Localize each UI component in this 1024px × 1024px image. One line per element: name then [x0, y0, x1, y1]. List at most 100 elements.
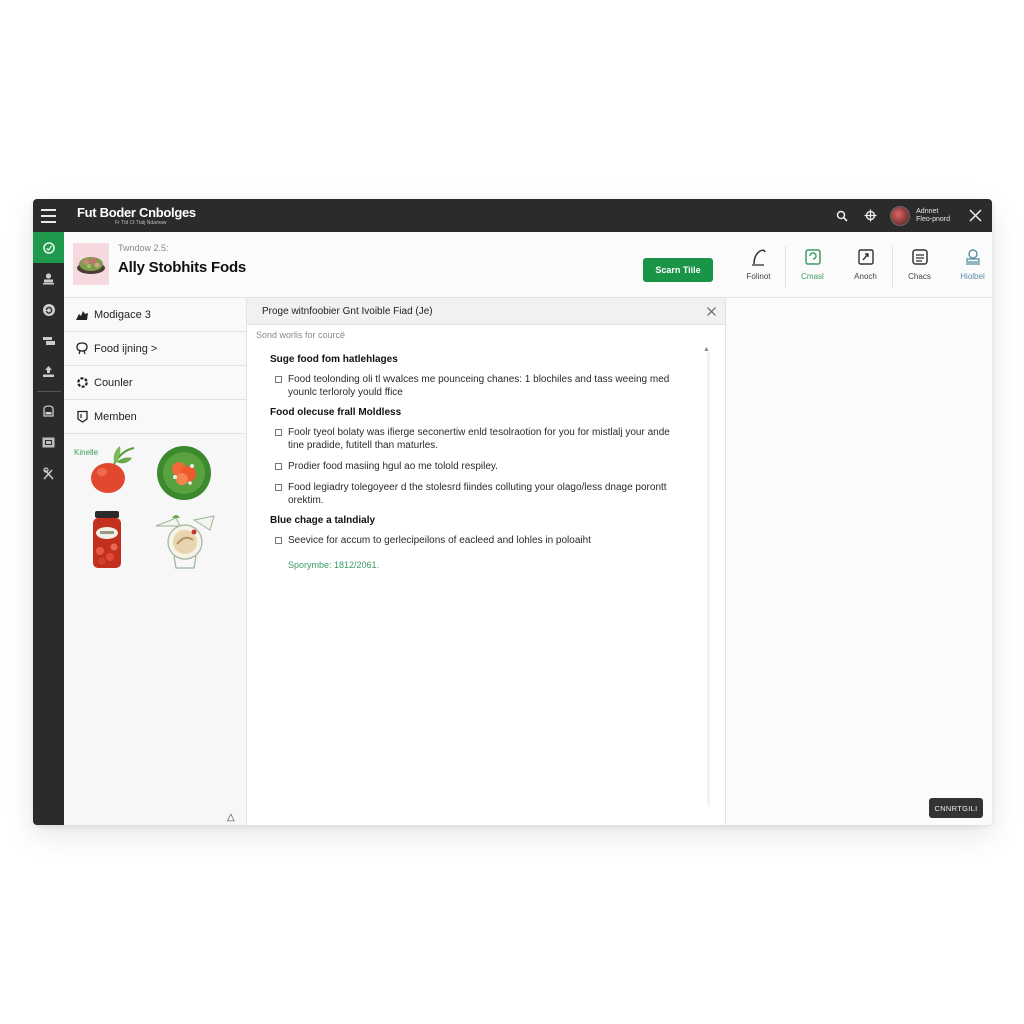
bowl-icon — [76, 342, 88, 355]
app-brand: Fut Boder Cnbolges Fr Ttd Ct Ttalj Ndama… — [77, 206, 196, 226]
panel-hint: Sond worlis for courcë — [256, 330, 346, 340]
nav-item-food-joining[interactable]: Food ijning > — [64, 332, 246, 366]
app-window: Fut Boder Cnbolges Fr Ttd Ct Ttalj Ndama… — [33, 199, 992, 825]
nav-item-member[interactable]: Memben — [64, 400, 246, 434]
close-icon — [968, 209, 982, 222]
app-title: Fut Boder Cnbolges — [77, 204, 196, 220]
food-gallery: Kinelle — [64, 434, 246, 594]
primary-action-button[interactable]: Scarn Tiile — [643, 258, 713, 282]
scrollbar[interactable] — [707, 352, 710, 807]
icon-rail — [33, 232, 64, 825]
user-label[interactable]: Adnnet Fleo-pnord — [916, 208, 950, 223]
rail-item-tools[interactable] — [33, 458, 64, 489]
footer-link[interactable]: Sporymbe: 1812/2061. — [288, 560, 379, 570]
tool-stamp[interactable]: Hiolbel — [946, 246, 992, 281]
hummus-bowl-image[interactable] — [152, 512, 218, 572]
nav-item-label: Modigace 3 — [94, 308, 151, 321]
tool-list[interactable]: Chacs — [893, 246, 946, 281]
side-navigation: Modigace 3 Food ijning > Counler Memben … — [64, 298, 247, 825]
panel-header: Proge witnfoobier Gnt Ivoible Fiad (Je) — [247, 298, 725, 325]
settings-button[interactable] — [856, 199, 884, 232]
tool-label: Cmasl — [801, 272, 824, 281]
panel-body: Suge food fom hatlehlages Food teolondin… — [247, 354, 725, 573]
top-bar: Fut Boder Cnbolges Fr Ttd Ct Ttalj Ndama… — [33, 199, 992, 232]
pen-icon — [751, 249, 766, 266]
page-title: Ally Stobhits Fods — [118, 259, 247, 276]
cards-icon — [42, 336, 55, 345]
close-icon — [706, 306, 716, 316]
bottom-action-button[interactable]: CNNRTGILI — [929, 798, 983, 818]
tool-label: Anoch — [854, 272, 877, 281]
settings-icon — [864, 209, 877, 222]
section-title: Suge food fom hatlehlages — [270, 354, 398, 365]
header-toolbar: Folinot Cmasl Anoch Chacs Hiolbel — [732, 246, 992, 288]
pickled-jar-image[interactable] — [90, 509, 124, 571]
salad-bowl-image — [77, 257, 105, 274]
user-role: Fleo-pnord — [916, 215, 950, 223]
rail-item-cards[interactable] — [33, 325, 64, 356]
page-subtitle: Twndow 2.5: — [118, 243, 169, 253]
list-icon — [911, 249, 928, 265]
section-title: Food olecuse frall Moldless — [270, 407, 402, 418]
checklist-item[interactable]: Food teolonding oli tl wvalces me pounce… — [270, 373, 685, 399]
nav-item-label: Food ijning > — [94, 342, 158, 355]
tool-label: Folinot — [746, 272, 771, 281]
close-window-button[interactable] — [958, 199, 992, 232]
hamburger-icon — [41, 207, 56, 225]
search-button[interactable] — [828, 199, 856, 232]
page-header: Twndow 2.5: Ally Stobhits Fods Scarn Tii… — [64, 232, 992, 298]
checklist-text: Food legiadry tolegoyeer d the stolesrd … — [288, 482, 667, 506]
top-actions: Adnnet Fleo-pnord — [828, 199, 992, 232]
rail-item-inbox[interactable] — [33, 396, 64, 427]
checkbox[interactable] — [275, 376, 282, 383]
tool-label: Chacs — [908, 272, 931, 281]
badge-icon — [76, 410, 88, 423]
rail-item-window[interactable] — [33, 427, 64, 458]
menu-button[interactable] — [33, 199, 64, 232]
section-title: Blue chage a talndialy — [270, 515, 376, 526]
panel-title: Proge witnfoobier Gnt Ivoible Fiad (Je) — [262, 305, 433, 317]
detail-pane — [726, 298, 992, 825]
tools-icon — [43, 467, 54, 480]
chat-icon — [42, 241, 55, 254]
panel-close-button[interactable] — [697, 298, 725, 325]
checkbox[interactable] — [275, 484, 282, 491]
avatar[interactable] — [890, 205, 911, 226]
tool-attach[interactable]: Anoch — [839, 246, 892, 281]
checkbox[interactable] — [275, 429, 282, 436]
checklist-item[interactable]: Food legiadry tolegoyeer d the stolesrd … — [270, 481, 685, 507]
nav-item-modigace[interactable]: Modigace 3 — [64, 298, 246, 332]
checklist-item[interactable]: Seevice for accum to gerlecipeilons of e… — [270, 534, 685, 547]
rail-item-chat[interactable] — [33, 232, 64, 263]
checklist-text: Prodier food masiing hgul ao me tolold r… — [288, 461, 498, 472]
checklist-item[interactable]: Foolr tyeol bolaty was ifierge seconerti… — [270, 426, 685, 452]
tool-message[interactable]: Cmasl — [786, 246, 839, 281]
tomato-image[interactable] — [88, 444, 138, 498]
upload-icon — [43, 366, 54, 377]
checklist-text: Foolr tyeol bolaty was ifierge seconerti… — [288, 427, 670, 451]
warning-icon[interactable]: △ — [227, 812, 235, 823]
message-icon — [804, 249, 821, 265]
user-stamp-icon — [43, 273, 54, 285]
nav-item-counter[interactable]: Counler — [64, 366, 246, 400]
gear-icon — [76, 377, 88, 388]
dish-thumbnail — [73, 243, 109, 285]
checkbox[interactable] — [275, 537, 282, 544]
checklist-text: Seevice for accum to gerlecipeilons of e… — [288, 535, 591, 546]
salad-plate-image[interactable] — [155, 444, 213, 502]
rail-item-sync[interactable] — [33, 294, 64, 325]
rail-divider — [36, 391, 61, 392]
rail-item-upload[interactable] — [33, 356, 64, 387]
sync-icon — [42, 303, 55, 316]
nav-item-label: Counler — [94, 376, 133, 389]
attach-icon — [857, 249, 874, 265]
checklist-item[interactable]: Prodier food masiing hgul ao me tolold r… — [270, 460, 685, 473]
checklist-text: Food teolonding oli tl wvalces me pounce… — [288, 374, 670, 398]
window-icon — [42, 437, 55, 448]
stamp-icon — [965, 249, 980, 265]
app-subtitle: Fr Ttd Ct Ttalj Ndamaw — [115, 219, 167, 226]
squirrel-icon — [76, 310, 88, 320]
rail-item-user[interactable] — [33, 263, 64, 294]
checkbox[interactable] — [275, 463, 282, 470]
tool-format[interactable]: Folinot — [732, 246, 785, 281]
